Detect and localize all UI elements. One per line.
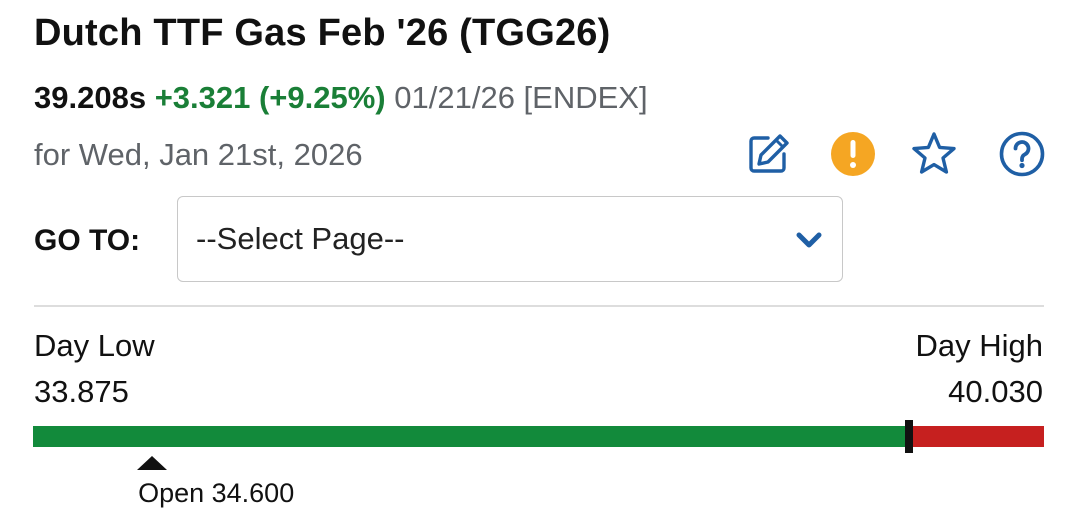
day-low-value: 33.875 bbox=[34, 374, 129, 409]
help-icon[interactable] bbox=[998, 130, 1046, 178]
open-price-marker bbox=[137, 456, 168, 470]
day-range-bar bbox=[33, 420, 1044, 453]
select-page-value: --Select Page-- bbox=[196, 221, 405, 256]
goto-label: GO TO: bbox=[34, 224, 141, 257]
page-title: Dutch TTF Gas Feb '26 (TGG26) bbox=[34, 12, 611, 54]
divider bbox=[34, 305, 1044, 307]
day-range-fill bbox=[33, 426, 909, 447]
last-price: 39.208s bbox=[34, 80, 147, 115]
alert-icon[interactable] bbox=[829, 130, 877, 178]
open-price-label: Open 34.600 bbox=[138, 478, 295, 508]
quote-header-panel: Dutch TTF Gas Feb '26 (TGG26) 39.208s +3… bbox=[0, 0, 1080, 530]
quote-line: 39.208s +3.321 (+9.25%) 01/21/26 [ENDEX] bbox=[34, 80, 648, 116]
edit-icon[interactable] bbox=[744, 130, 792, 178]
price-change: +3.321 (+9.25%) bbox=[154, 80, 386, 115]
trade-date-exchange: 01/21/26 [ENDEX] bbox=[394, 80, 648, 115]
day-high-label: Day High bbox=[915, 328, 1044, 363]
day-high-value: 40.030 bbox=[948, 374, 1043, 409]
last-price-marker bbox=[904, 420, 913, 453]
day-low-label: Day Low bbox=[34, 328, 155, 363]
star-icon[interactable] bbox=[910, 130, 958, 178]
select-page-dropdown[interactable]: --Select Page-- bbox=[177, 196, 843, 282]
chevron-down-icon bbox=[796, 232, 822, 248]
session-date: for Wed, Jan 21st, 2026 bbox=[34, 137, 363, 172]
